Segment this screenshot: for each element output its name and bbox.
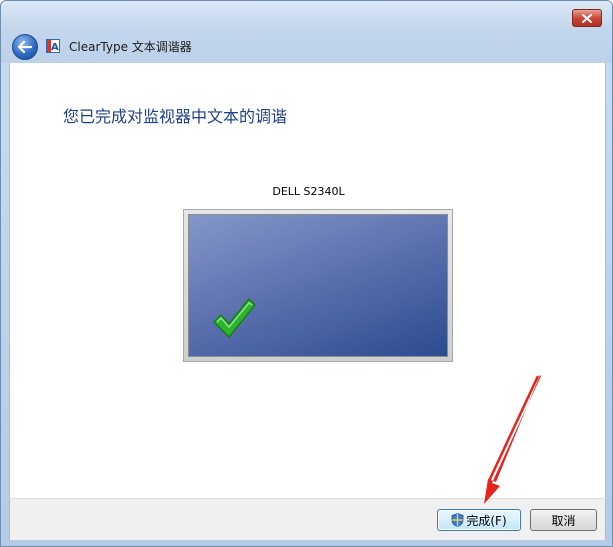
- content-pane: 您已完成对监视器中文本的调谐 DELL S2340L: [9, 63, 606, 498]
- uac-shield-icon: [451, 513, 464, 527]
- checkmark-icon: [213, 298, 256, 338]
- cancel-button[interactable]: 取消: [530, 509, 597, 531]
- back-button[interactable]: [12, 34, 38, 60]
- cancel-button-label: 取消: [551, 513, 576, 528]
- finish-button[interactable]: 完成(F): [437, 509, 521, 531]
- title-bar: A ClearType 文本调谐器: [1, 1, 612, 63]
- monitor-name: DELL S2340L: [272, 185, 345, 198]
- page-heading: 您已完成对监视器中文本的调谐: [63, 107, 288, 126]
- monitor-illustration: [183, 209, 453, 362]
- close-icon: [582, 13, 592, 23]
- svg-text:A: A: [51, 42, 59, 53]
- finish-button-label: 完成(F): [466, 513, 507, 528]
- back-arrow-icon: [18, 41, 32, 53]
- monitor-screen: [188, 214, 448, 357]
- cleartype-tuner-window: A ClearType 文本调谐器 您已完成对监视器中文本的调谐 DELL S2…: [0, 0, 613, 547]
- window-title: ClearType 文本调谐器: [69, 40, 192, 54]
- button-bar: 完成(F) 取消: [9, 498, 606, 540]
- close-button[interactable]: [572, 9, 602, 27]
- cleartype-icon: A: [46, 39, 60, 53]
